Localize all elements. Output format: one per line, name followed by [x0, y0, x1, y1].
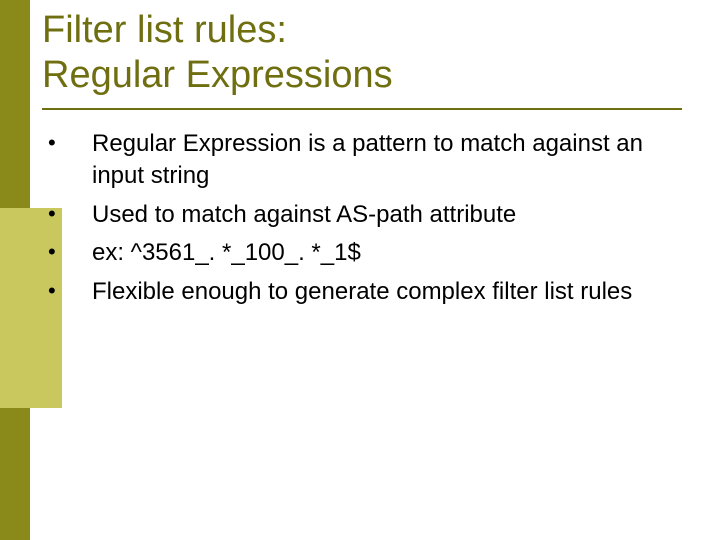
list-item: • Regular Expression is a pattern to mat…	[42, 128, 682, 193]
list-item-text: Regular Expression is a pattern to match…	[92, 128, 682, 193]
title-line-1: Filter list rules:	[42, 9, 287, 51]
title-rule	[42, 108, 682, 110]
slide-body: • Regular Expression is a pattern to mat…	[42, 128, 682, 314]
list-item: • ex: ^3561_. *_100_. *_1$	[42, 237, 682, 269]
list-item-text: Used to match against AS-path attribute	[92, 199, 682, 231]
list-item-text: Flexible enough to generate complex filt…	[92, 276, 682, 308]
bullet-icon: •	[42, 276, 92, 306]
slide: Filter list rules: Regular Expressions •…	[0, 0, 720, 540]
list-item: • Used to match against AS-path attribut…	[42, 199, 682, 231]
bullet-icon: •	[42, 128, 92, 158]
bullet-icon: •	[42, 199, 92, 229]
title-line-2: Regular Expressions	[42, 54, 393, 96]
bullet-icon: •	[42, 237, 92, 267]
slide-title: Filter list rules: Regular Expressions	[42, 8, 393, 98]
list-item: • Flexible enough to generate complex fi…	[42, 276, 682, 308]
list-item-text: ex: ^3561_. *_100_. *_1$	[92, 237, 682, 269]
